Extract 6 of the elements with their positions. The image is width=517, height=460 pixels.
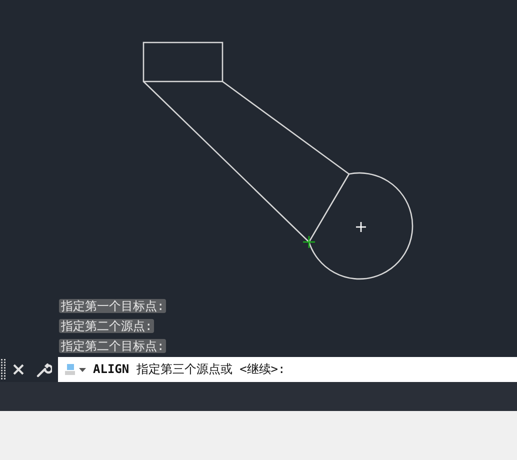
- command-input-field[interactable]: ALIGN 指定第三个源点或 <继续>:: [58, 357, 517, 382]
- close-icon[interactable]: [13, 364, 24, 375]
- command-prompt: ALIGN 指定第三个源点或 <继续>:: [93, 361, 286, 378]
- wrench-icon[interactable]: [36, 362, 52, 378]
- recent-commands-dropdown[interactable]: [65, 364, 87, 376]
- grip-handle-icon[interactable]: [1, 358, 7, 380]
